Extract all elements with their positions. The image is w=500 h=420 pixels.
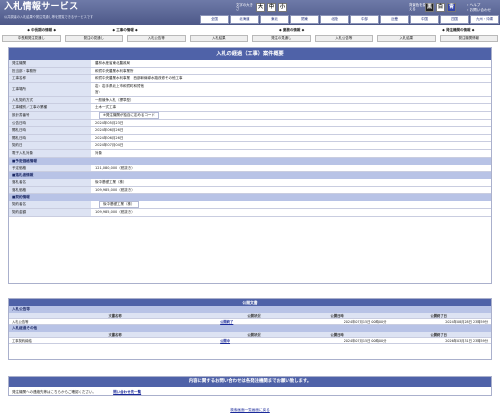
nav-category-longterm: ◆ 中長期の情報 ◆	[27, 28, 57, 32]
detail-row: 設計書番号 ※発注機関が独自に定めるコード	[9, 111, 491, 120]
detail-row: 契約日 2024年07月04日	[9, 142, 491, 150]
region-tab[interactable]: 中国	[410, 15, 439, 24]
detail-row: 公告日時 2024年05月23日	[9, 119, 491, 128]
section-heading-estimate: ■予定価格情報	[9, 157, 491, 165]
detail-row: 予定価格 121,080,000（税抜き）	[9, 164, 491, 173]
font-medium-button[interactable]: 中	[267, 3, 276, 12]
nav-link-construction-outlook[interactable]: 発注の見通し	[64, 35, 123, 42]
section-heading-contract: ■契約情報	[9, 194, 491, 202]
help-icon: ›	[467, 3, 469, 7]
nav-link-services-results[interactable]: 入札結果	[377, 35, 436, 42]
nav-link-construction-notices[interactable]: 入札公告等	[127, 35, 186, 42]
region-tab[interactable]: 東北	[260, 15, 289, 24]
detail-row: 開札日時 2024年06月26日	[9, 127, 491, 135]
color-blue-button[interactable]: 青	[447, 3, 456, 12]
help-link[interactable]: › ヘルプ	[467, 3, 480, 7]
font-small-button[interactable]: 小	[278, 3, 287, 12]
region-tab[interactable]: 九州・沖縄	[470, 15, 499, 24]
document-group-heading: 入札公告等	[9, 306, 491, 313]
site-subtitle: 公共調達の入札結果や発注見通し等を閲覧できるサービスです	[4, 15, 94, 19]
case-summary-panel: 入札の経過（工事）案件概要 発注機関 農林水産省東北農政局 担当部・事務所 和賀中央…	[8, 47, 492, 284]
contact-panel: 内容に関するお問い合わせは各発注機関までお願い致します。 発注機関への連絡先等は…	[8, 376, 492, 396]
document-status-link[interactable]: 公開終了	[220, 320, 233, 324]
site-header: 入札情報サービス 公共調達の入札結果や発注見通し等を閲覧できるサービスです 文字…	[0, 0, 500, 25]
site-logo[interactable]: 入札情報サービス	[4, 2, 78, 13]
main-navigation: ◆ 中長期の情報 ◆ ◆ 工事の情報 ◆ ◆ 業務の情報 ◆ ◆ 発注機関の情報…	[0, 27, 500, 43]
detail-row: 契約金額 109,985,000（税抜き）	[9, 208, 491, 217]
documents-title: 公開文書	[9, 299, 491, 306]
detail-row-location: 工事場所 岩：岩手県北上市和賀町和賀他 宮：	[9, 82, 491, 97]
detail-row: 開札日時 2024年06月26日	[9, 134, 491, 143]
contact-link[interactable]: › お問い合わせ	[467, 8, 491, 12]
nav-link-services-notices[interactable]: 入札公告等	[314, 35, 373, 42]
nav-category-services: ◆ 業務の情報 ◆	[278, 28, 305, 32]
nav-link-services-outlook[interactable]: 発注の見通し	[252, 35, 311, 42]
section-heading-winner: ■落札者情報	[9, 172, 491, 180]
back-to-search-link[interactable]: 検索画面一覧画面に戻る	[0, 408, 500, 412]
detail-row: 工事種別／工事の業種 土木一式工事	[9, 104, 491, 112]
region-tab[interactable]: 北陸	[320, 15, 349, 24]
color-white-button[interactable]: 白	[436, 3, 445, 12]
contact-text: 発注機関への連絡先等はこちらからご確認ください。	[12, 390, 96, 394]
region-tab[interactable]: 関東	[290, 15, 319, 24]
contact-list-link[interactable]: 問い合わせ先一覧	[113, 390, 141, 394]
detail-row: 落札者名 後中基礎工業（株）	[9, 179, 491, 187]
detail-row: 発注機関 農林水産省東北農政局	[9, 60, 491, 68]
document-group-heading: 入札経過その他	[9, 325, 491, 332]
region-tab[interactable]: 中部	[350, 15, 379, 24]
nav-category-agency: ◆ 発注機関の情報 ◆	[442, 28, 475, 32]
detail-row: 契約者名 後中基礎工業（株）	[9, 200, 491, 209]
detail-row: 工事名称 和賀中央農業水利事業 西部幹線導水路改修その他工事	[9, 75, 491, 83]
region-tab[interactable]: 近畿	[380, 15, 409, 24]
detail-row: 電子入札対象 対象	[9, 149, 491, 158]
contact-title: 内容に関するお問い合わせは各発注機関までお願い致します。	[9, 377, 491, 387]
nav-link-agency-info[interactable]: 発注機関情報	[439, 35, 498, 42]
table-row: 工事契約締結 公開中 2024年07月15日 00時00分 2026年03月31…	[9, 338, 491, 344]
document-status-link[interactable]: 公開中	[220, 339, 230, 343]
page-title: 入札の経過（工事）案件概要	[9, 48, 491, 60]
font-large-button[interactable]: 大	[256, 3, 265, 12]
nav-link-construction-results[interactable]: 入札結果	[189, 35, 248, 42]
detail-row: 落札価格 109,985,000（税抜き）	[9, 186, 491, 195]
detail-row: 入札契約方式 一般競争入札（標準型）	[9, 96, 491, 105]
mail-icon: ›	[467, 8, 469, 12]
detail-row: 担当部・事務所 和賀中央農業水利事業所	[9, 67, 491, 76]
color-black-button[interactable]: 黒	[425, 3, 434, 12]
nav-category-construction: ◆ 工事の情報 ◆	[112, 28, 138, 32]
nav-link-longterm-outlook[interactable]: 中長期発注見通し	[2, 35, 61, 42]
region-tab[interactable]: 全国	[200, 15, 229, 24]
region-tab[interactable]: 北海道	[230, 15, 259, 24]
region-tabs: 全国 北海道 東北 関東 北陸 中部 近畿 中国 四国 九州・沖縄	[200, 15, 500, 24]
published-documents-panel: 公開文書 入札公告等 文書名称 公開状況 公開日時 公開終了日 入札公告等 公開…	[8, 298, 492, 360]
region-tab[interactable]: 四国	[440, 15, 469, 24]
font-size-label: 文字の大きさ	[236, 3, 253, 12]
